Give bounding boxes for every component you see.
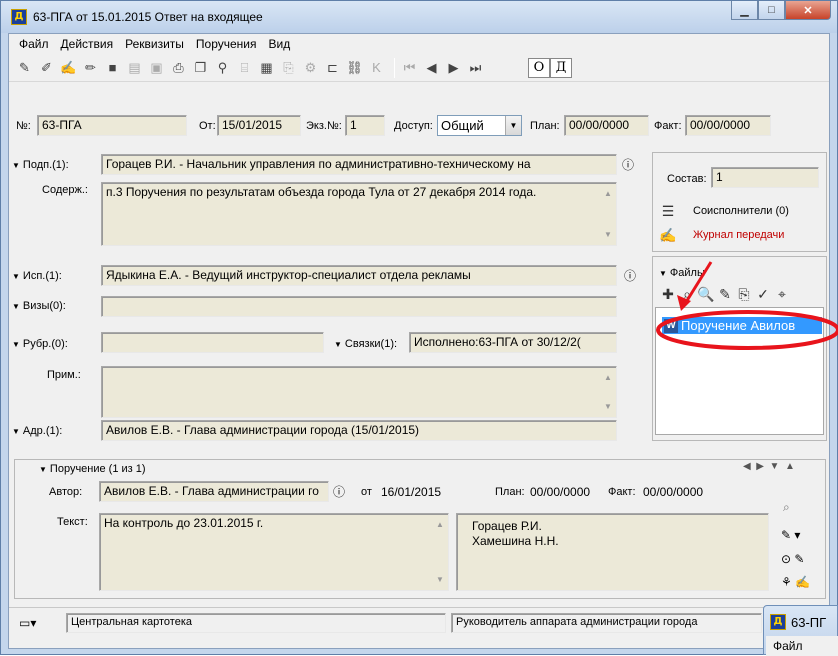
second-window[interactable]: Д 63-ПГ Файл	[763, 605, 838, 656]
annotation-ellipse	[656, 310, 838, 350]
second-window-title: 63-ПГ	[791, 614, 827, 630]
annotation-overlay	[656, 261, 838, 350]
second-window-menu[interactable]: Файл	[766, 636, 838, 656]
second-app-icon: Д	[770, 614, 786, 630]
